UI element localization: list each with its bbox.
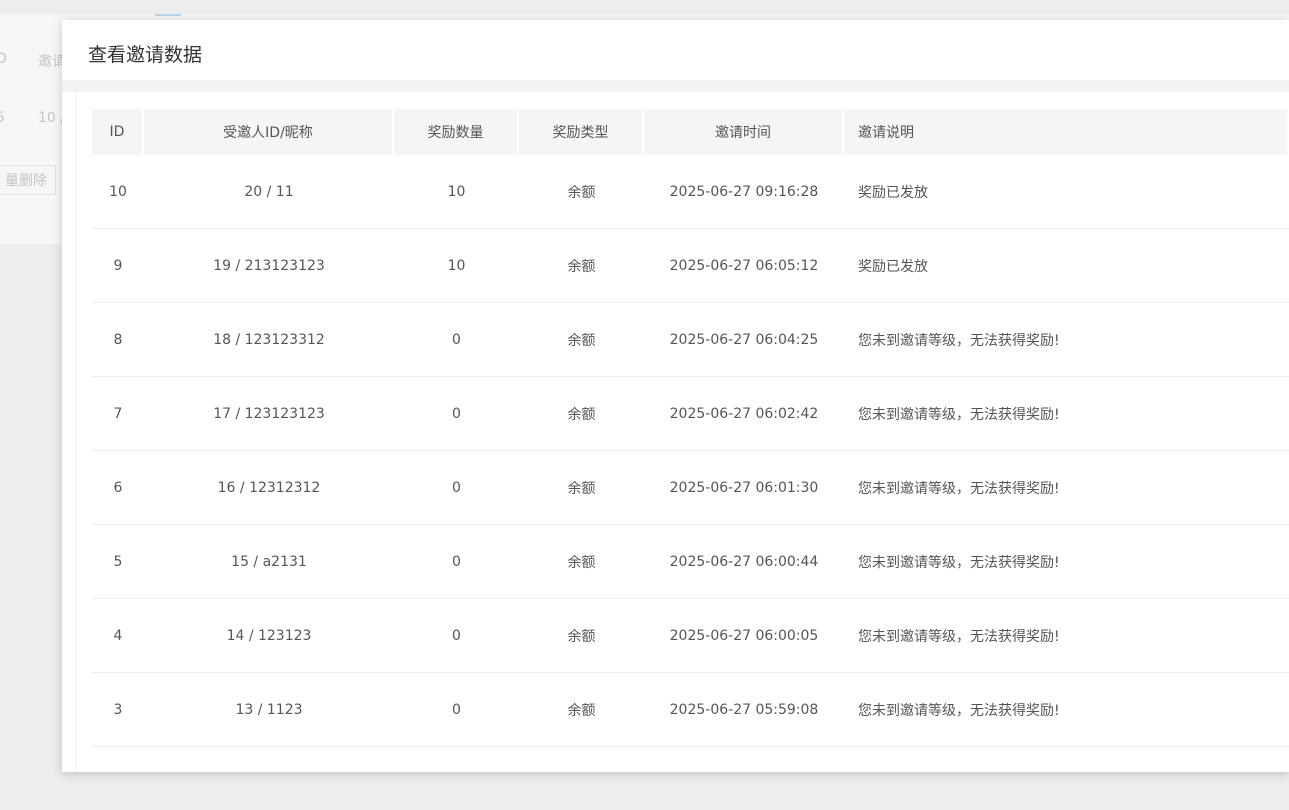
cell-description: 您未到邀请等级，无法获得奖励!	[844, 377, 1289, 451]
cell-id: 7	[92, 377, 144, 451]
cell-invite-time: 2025-06-27 06:00:05	[644, 599, 844, 673]
header-reward-type: 奖励类型	[519, 109, 644, 155]
cell-description: 您未到邀请等级，无法获得奖励!	[844, 303, 1289, 377]
cell-invitee: 18 / 123123312	[144, 303, 394, 377]
cell-invitee: 13 / 1123	[144, 673, 394, 747]
cell-invite-time: 2025-06-27 06:00:44	[644, 525, 844, 599]
cell-reward-type: 余额	[519, 451, 644, 525]
cell-invitee: 17 / 123123123	[144, 377, 394, 451]
modal-divider-band	[62, 80, 1289, 92]
table-row: 6 16 / 12312312 0 余额 2025-06-27 06:01:30…	[92, 451, 1289, 525]
cell-id: 10	[92, 155, 144, 229]
table-row: 10 20 / 11 10 余额 2025-06-27 09:16:28 奖励已…	[92, 155, 1289, 229]
cell-id: 6	[92, 451, 144, 525]
cell-invitee: 16 / 12312312	[144, 451, 394, 525]
header-description: 邀请说明	[844, 109, 1289, 155]
cell-invite-time: 2025-06-27 06:05:12	[644, 229, 844, 303]
cell-invitee: 19 / 213123123	[144, 229, 394, 303]
cell-reward-amount: 0	[394, 303, 519, 377]
cell-invite-time: 2025-06-27 06:02:42	[644, 377, 844, 451]
modal-header: 查看邀请数据	[62, 20, 1289, 81]
cell-id: 3	[92, 673, 144, 747]
cell-invitee: 20 / 11	[144, 155, 394, 229]
cell-reward-type: 余额	[519, 155, 644, 229]
cell-invite-time: 2025-06-27 06:01:30	[644, 451, 844, 525]
modal-title: 查看邀请数据	[88, 44, 203, 66]
cell-description: 奖励已发放	[844, 229, 1289, 303]
table-row: 3 13 / 1123 0 余额 2025-06-27 05:59:08 您未到…	[92, 673, 1289, 747]
cell-reward-amount: 0	[394, 377, 519, 451]
background-col-id-header: D	[0, 51, 7, 67]
cell-reward-amount: 0	[394, 451, 519, 525]
cell-id: 9	[92, 229, 144, 303]
cell-id: 4	[92, 599, 144, 673]
table-header-row: ID 受邀人ID/昵称 奖励数量 奖励类型 邀请时间 邀请说明	[92, 109, 1289, 155]
background-row-value: 10 /	[38, 110, 65, 126]
cell-description: 您未到邀请等级，无法获得奖励!	[844, 673, 1289, 747]
cell-reward-type: 余额	[519, 525, 644, 599]
cell-invitee: 14 / 123123	[144, 599, 394, 673]
cell-reward-type: 余额	[519, 303, 644, 377]
background-tab-indicator	[155, 14, 181, 16]
cell-reward-amount: 10	[394, 155, 519, 229]
table-row: 8 18 / 123123312 0 余额 2025-06-27 06:04:2…	[92, 303, 1289, 377]
invite-table-container: ID 受邀人ID/昵称 奖励数量 奖励类型 邀请时间 邀请说明 10 20 / …	[92, 109, 1289, 747]
cell-reward-type: 余额	[519, 673, 644, 747]
cell-reward-amount: 0	[394, 673, 519, 747]
invite-table: ID 受邀人ID/昵称 奖励数量 奖励类型 邀请时间 邀请说明 10 20 / …	[92, 109, 1289, 747]
header-invitee: 受邀人ID/昵称	[144, 109, 394, 155]
header-reward-amount: 奖励数量	[394, 109, 519, 155]
table-row: 5 15 / a2131 0 余额 2025-06-27 06:00:44 您未…	[92, 525, 1289, 599]
background-batch-delete-button: 量删除	[0, 165, 56, 195]
cell-invite-time: 2025-06-27 06:04:25	[644, 303, 844, 377]
cell-invite-time: 2025-06-27 09:16:28	[644, 155, 844, 229]
cell-description: 您未到邀请等级，无法获得奖励!	[844, 525, 1289, 599]
background-row-id: 5	[0, 110, 5, 126]
cell-invite-time: 2025-06-27 05:59:08	[644, 673, 844, 747]
cell-reward-amount: 0	[394, 525, 519, 599]
cell-description: 您未到邀请等级，无法获得奖励!	[844, 599, 1289, 673]
table-row: 7 17 / 123123123 0 余额 2025-06-27 06:02:4…	[92, 377, 1289, 451]
header-id: ID	[92, 109, 144, 155]
table-header: ID 受邀人ID/昵称 奖励数量 奖励类型 邀请时间 邀请说明	[92, 109, 1289, 155]
table-body: 10 20 / 11 10 余额 2025-06-27 09:16:28 奖励已…	[92, 155, 1289, 747]
header-invite-time: 邀请时间	[644, 109, 844, 155]
invite-data-modal: 查看邀请数据 ID 受邀人ID/昵称 奖励数量 奖励类型 邀请时间 邀请说明 1…	[62, 20, 1289, 772]
cell-invitee: 15 / a2131	[144, 525, 394, 599]
cell-description: 您未到邀请等级，无法获得奖励!	[844, 451, 1289, 525]
cell-id: 8	[92, 303, 144, 377]
cell-reward-type: 余额	[519, 229, 644, 303]
cell-reward-type: 余额	[519, 377, 644, 451]
cell-reward-amount: 10	[394, 229, 519, 303]
cell-description: 奖励已发放	[844, 155, 1289, 229]
table-row: 9 19 / 213123123 10 余额 2025-06-27 06:05:…	[92, 229, 1289, 303]
cell-reward-amount: 0	[394, 599, 519, 673]
cell-id: 5	[92, 525, 144, 599]
table-row: 4 14 / 123123 0 余额 2025-06-27 06:00:05 您…	[92, 599, 1289, 673]
cell-reward-type: 余额	[519, 599, 644, 673]
